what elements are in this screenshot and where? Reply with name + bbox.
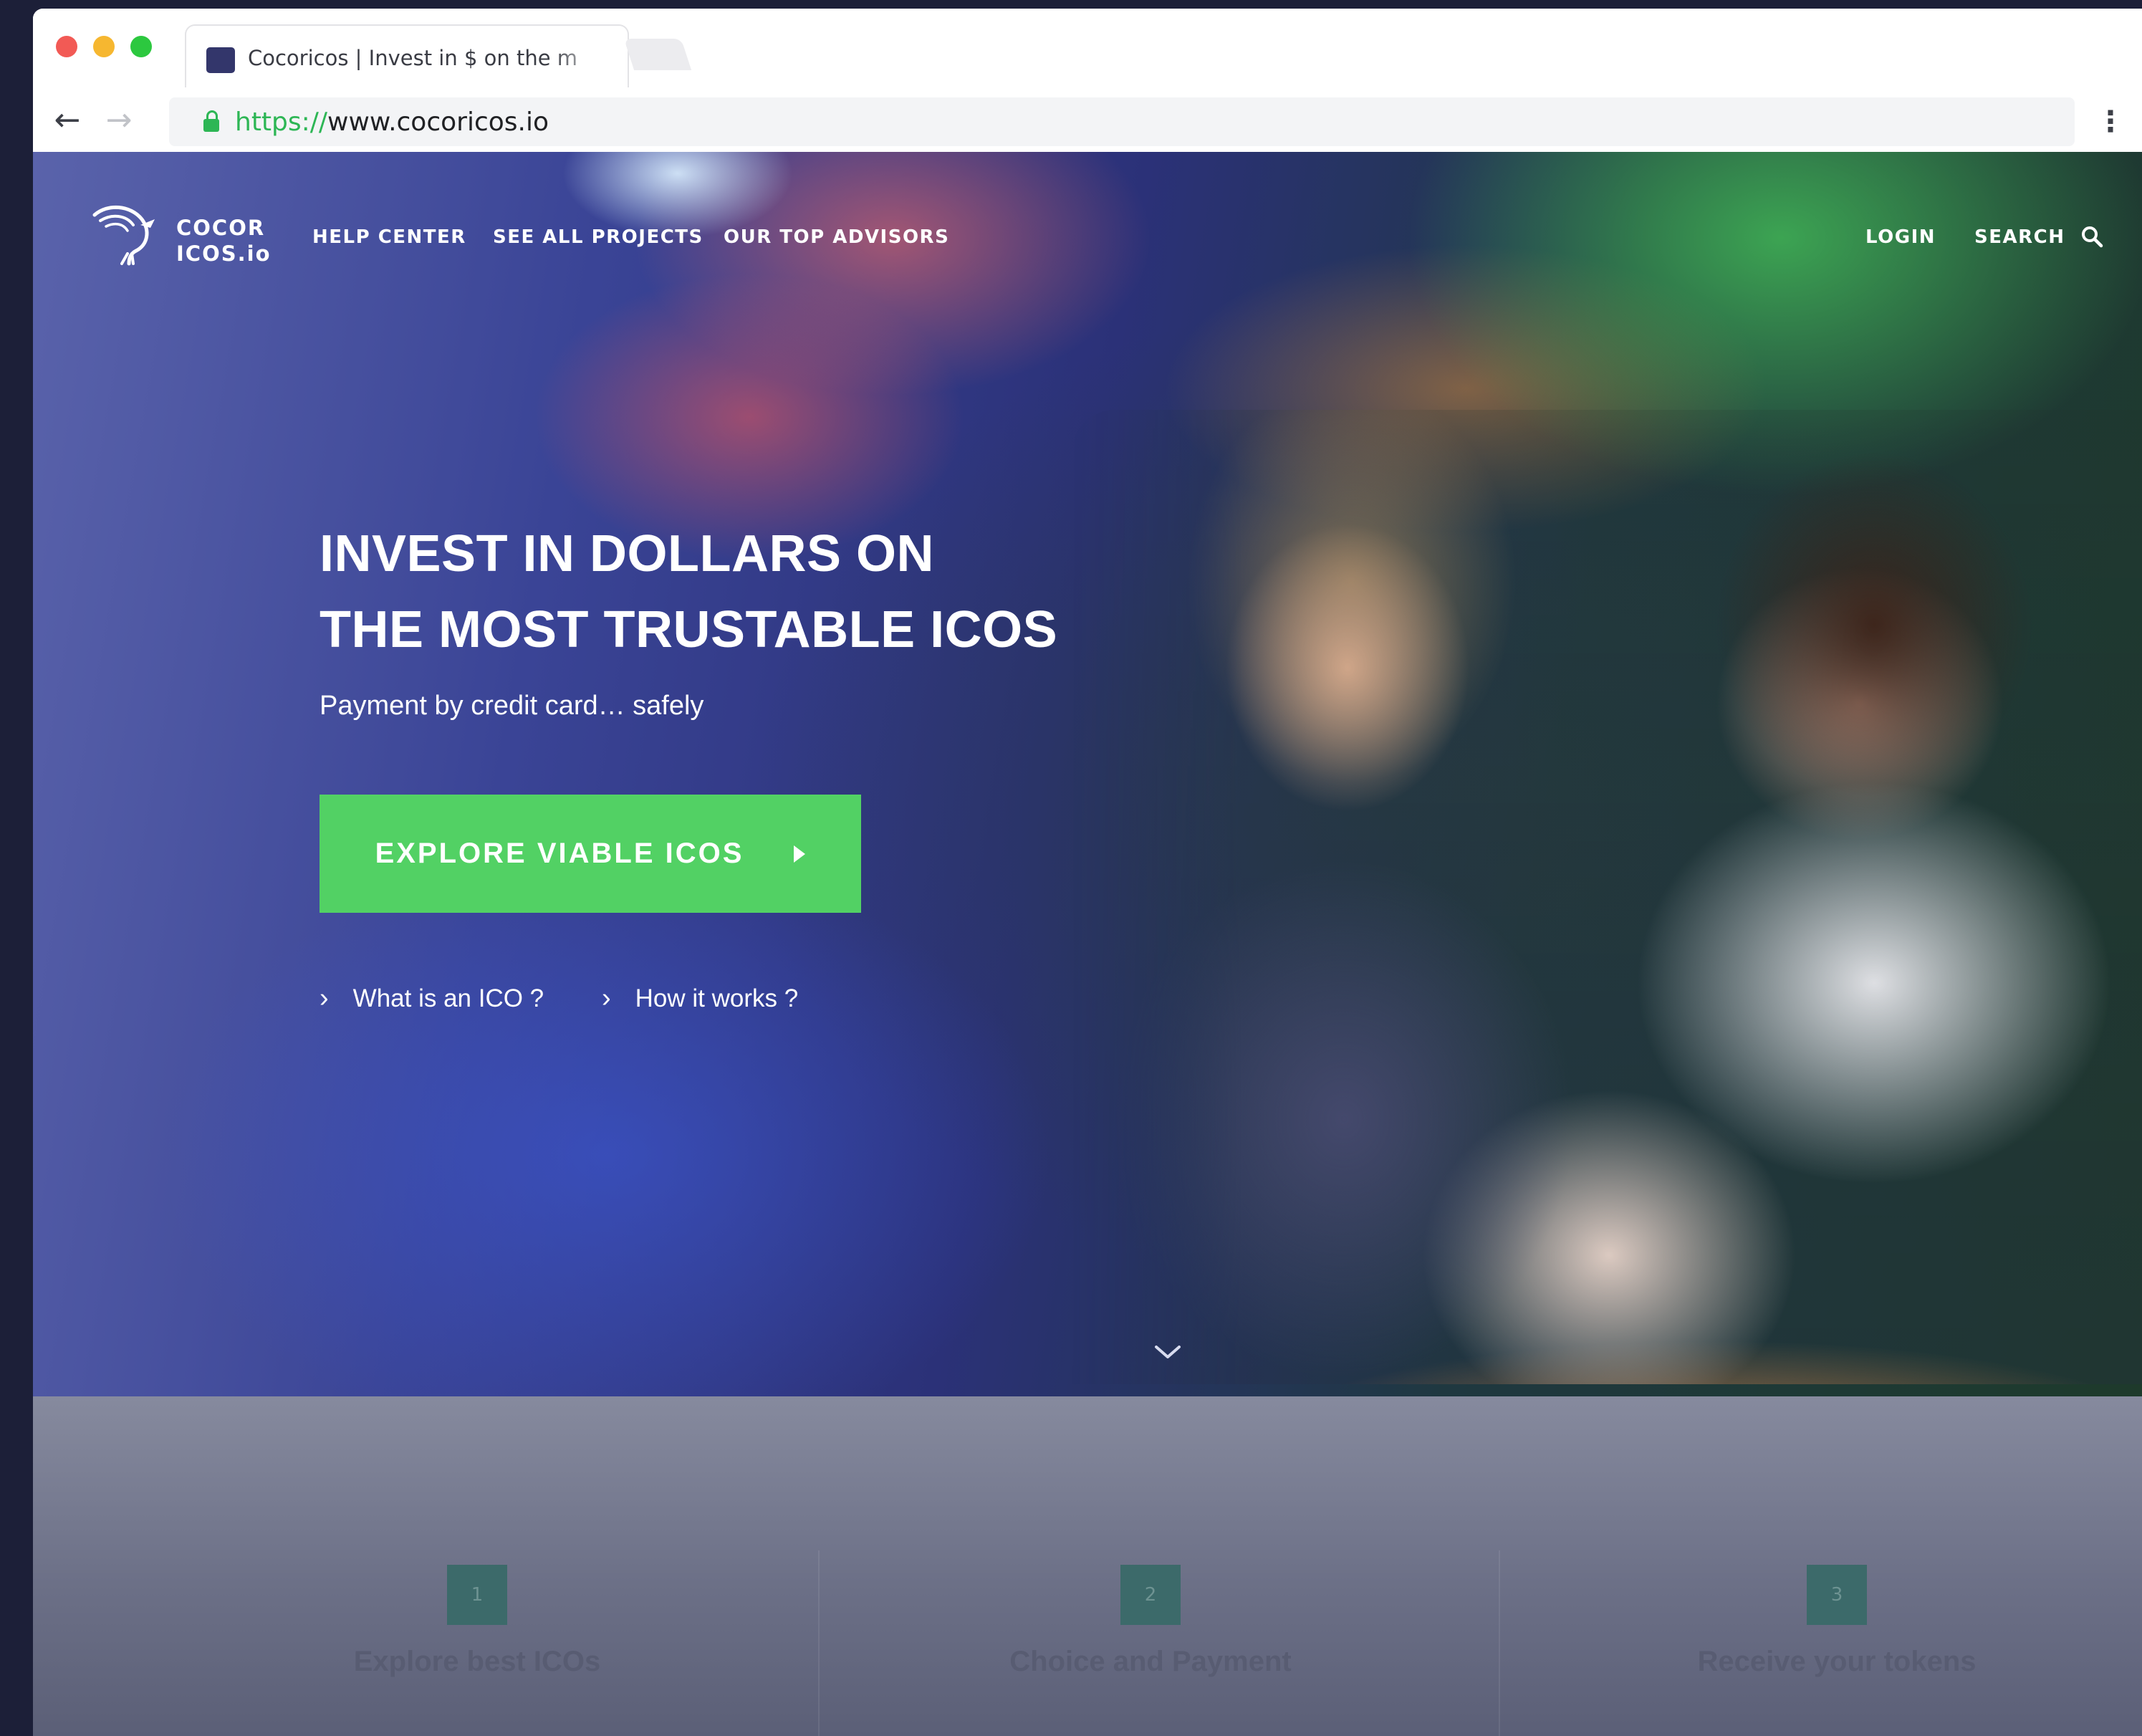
rooster-logo-icon[interactable] [90, 203, 159, 267]
nav-see-all-projects[interactable]: SEE ALL PROJECTS [493, 226, 703, 248]
how-it-works-label: How it works ? [635, 984, 799, 1012]
search-icon[interactable] [2080, 225, 2103, 248]
explore-icos-label: EXPLORE VIABLE ICOS [375, 838, 744, 869]
site-header: COCOR ICOS.io HELP CENTER SEE ALL PROJEC… [33, 152, 2142, 267]
step-number-badge: 3 [1807, 1565, 1867, 1625]
hero-title: INVEST IN DOLLARS ON THE MOST TRUSTABLE … [320, 516, 1179, 668]
browser-titlebar: Cocoricos | Invest in $ on the m [33, 9, 2142, 87]
step-number-badge: 1 [447, 1565, 507, 1625]
what-is-ico-link[interactable]: › What is an ICO ? [320, 983, 544, 1014]
url-scheme: https:// [235, 107, 328, 137]
step-label: Explore best ICOs [353, 1646, 601, 1677]
favicon-icon [206, 47, 235, 73]
what-is-ico-label: What is an ICO ? [352, 984, 544, 1012]
nav-top-advisors[interactable]: OUR TOP ADVISORS [724, 226, 949, 248]
browser-tab-active[interactable]: Cocoricos | Invest in $ on the m [185, 24, 629, 87]
back-arrow-icon[interactable]: ← [47, 100, 87, 140]
browser-menu-icon[interactable]: ⋮ [2096, 103, 2125, 140]
web-page: COCOR ICOS.io HELP CENTER SEE ALL PROJEC… [33, 152, 2142, 1736]
step-divider [1499, 1550, 1500, 1736]
nav-login[interactable]: LOGIN [1865, 226, 1936, 248]
steps-section: 1 Explore best ICOs 2 Choice and Payment… [33, 1396, 2142, 1736]
lock-icon [203, 110, 219, 132]
browser-window: Cocoricos | Invest in $ on the m ← → htt… [33, 9, 2142, 1736]
hero-title-line-2: THE MOST TRUSTABLE ICOS [320, 601, 1058, 658]
chevron-down-icon[interactable] [1153, 1341, 1182, 1363]
hero-subtitle: Payment by credit card… safely [320, 691, 704, 721]
step-number-badge: 2 [1120, 1565, 1181, 1625]
step-divider [818, 1550, 820, 1736]
hero-photo [1072, 410, 2142, 1384]
tab-title: Cocoricos | Invest in $ on the m [248, 46, 578, 70]
forward-arrow-icon[interactable]: → [99, 100, 139, 140]
url-text: https://www.cocoricos.io [235, 107, 549, 137]
nav-search[interactable]: SEARCH [1974, 226, 2065, 248]
how-it-works-link[interactable]: › How it works ? [602, 983, 798, 1014]
explore-icos-button[interactable]: EXPLORE VIABLE ICOS [320, 795, 861, 913]
step-label: Receive your tokens [1697, 1646, 1977, 1677]
new-tab-button[interactable] [623, 39, 692, 70]
logo-wordmark[interactable]: COCOR ICOS.io [176, 215, 277, 267]
chevron-right-icon: › [602, 983, 611, 1013]
nav-help-center[interactable]: HELP CENTER [312, 226, 466, 248]
play-arrow-icon [794, 845, 806, 863]
chevron-right-icon: › [320, 983, 329, 1013]
logo-line-2: ICOS.io [176, 241, 272, 266]
hero-section: COCOR ICOS.io HELP CENTER SEE ALL PROJEC… [33, 152, 2142, 1396]
maximize-window-button[interactable] [130, 36, 152, 57]
logo-line-1: COCOR [176, 216, 266, 240]
browser-toolbar: ← → https://www.cocoricos.io ⋮ [33, 87, 2142, 156]
minimize-window-button[interactable] [93, 36, 115, 57]
hero-title-line-1: INVEST IN DOLLARS ON [320, 525, 935, 582]
close-window-button[interactable] [56, 36, 77, 57]
url-host: www.cocoricos.io [327, 107, 549, 137]
step-label: Choice and Payment [1009, 1646, 1292, 1677]
address-bar[interactable]: https://www.cocoricos.io [169, 97, 2075, 146]
